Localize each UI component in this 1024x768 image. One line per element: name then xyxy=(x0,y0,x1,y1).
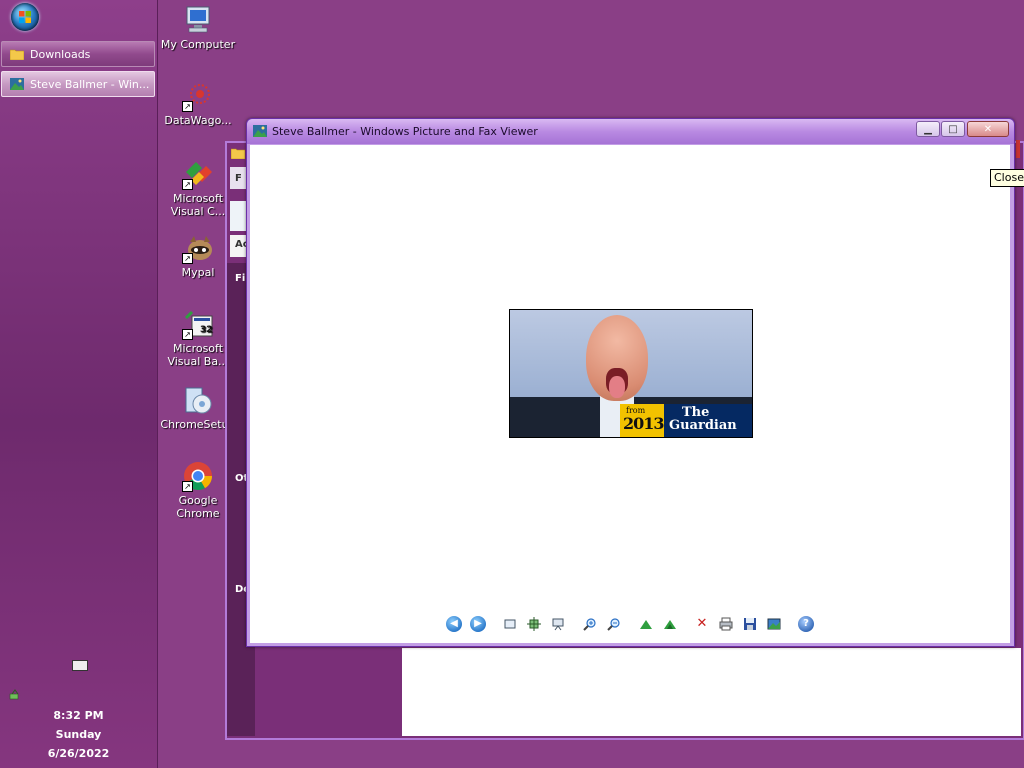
folder-icon xyxy=(231,148,245,159)
slideshow-button[interactable] xyxy=(550,616,566,632)
slideshow-icon xyxy=(552,618,564,631)
taskbar: Downloads Steve Ballmer - Win... 8:32 PM… xyxy=(0,0,158,768)
zoom-in-icon xyxy=(583,618,596,631)
rotate-clockwise-button[interactable] xyxy=(638,616,654,632)
viewer-toolbar: ◀ ▶ ✕ ? xyxy=(250,613,1010,637)
explorer-file-list[interactable] xyxy=(402,648,1021,736)
actual-size-icon xyxy=(527,617,541,631)
displayed-photo: from 2013 The Guardian xyxy=(509,309,753,438)
badge-year-text: 2013 xyxy=(623,414,665,433)
help-icon: ? xyxy=(803,618,809,629)
rotate-counterclockwise-icon xyxy=(664,620,676,629)
keyboard-icon[interactable] xyxy=(72,660,88,671)
shortcut-arrow-icon: ↗ xyxy=(182,179,193,190)
next-image-icon: ▶ xyxy=(474,618,482,629)
chrome-setup-icon xyxy=(185,387,212,414)
viewer-titlebar[interactable]: Steve Ballmer - Windows Picture and Fax … xyxy=(247,119,1014,144)
actual-size-button[interactable] xyxy=(526,616,542,632)
taskbar-button-label: Steve Ballmer - Win... xyxy=(30,77,150,91)
network-icon[interactable] xyxy=(9,689,21,701)
window-title: Steve Ballmer - Windows Picture and Fax … xyxy=(272,125,538,138)
best-fit-button[interactable] xyxy=(502,616,518,632)
shortcut-arrow-icon: ↗ xyxy=(182,329,193,340)
explorer-menu-fragment: F xyxy=(235,173,242,184)
next-image-button[interactable]: ▶ xyxy=(470,616,486,632)
shortcut-arrow-icon: ↗ xyxy=(182,481,193,492)
close-button[interactable]: ✕ xyxy=(967,121,1009,137)
clock-day[interactable]: Sunday xyxy=(0,728,157,741)
zoom-out-icon xyxy=(607,618,620,631)
rotate-clockwise-icon xyxy=(640,620,652,629)
edit-icon xyxy=(767,618,781,630)
zoom-out-button[interactable] xyxy=(606,616,622,632)
previous-image-button[interactable]: ◀ xyxy=(446,616,462,632)
taskbar-button-label: Downloads xyxy=(30,47,91,61)
rotate-counterclockwise-button[interactable] xyxy=(662,616,678,632)
desktop-icon-datawagon[interactable]: ↗ DataWago... xyxy=(160,80,236,127)
delete-button[interactable]: ✕ xyxy=(694,616,710,632)
windows-logo-icon xyxy=(19,11,31,23)
picture-viewer-icon xyxy=(10,78,24,90)
picture-viewer-window[interactable]: Steve Ballmer - Windows Picture and Fax … xyxy=(246,118,1015,647)
save-icon xyxy=(744,618,756,630)
photo-badge-brand: The Guardian xyxy=(664,404,752,437)
zoom-in-button[interactable] xyxy=(582,616,598,632)
save-button[interactable] xyxy=(742,616,758,632)
explorer-close-edge xyxy=(1016,140,1020,158)
maximize-icon: □ xyxy=(948,123,958,135)
delete-icon: ✕ xyxy=(696,616,708,631)
folder-icon xyxy=(10,49,24,60)
start-button[interactable] xyxy=(11,3,39,31)
edit-button[interactable] xyxy=(766,616,782,632)
minimize-button[interactable]: ▁ xyxy=(916,121,940,137)
viewer-canvas[interactable]: from 2013 The Guardian ◀ ▶ ✕ ? xyxy=(250,145,1010,643)
minimize-icon: ▁ xyxy=(924,123,932,135)
shortcut-arrow-icon: ↗ xyxy=(182,101,193,112)
close-tooltip: Close xyxy=(990,169,1024,187)
best-fit-icon xyxy=(504,619,516,629)
clock-date[interactable]: 6/26/2022 xyxy=(0,747,157,760)
maximize-button[interactable]: □ xyxy=(941,121,965,137)
picture-viewer-icon xyxy=(253,125,267,137)
svg-text:32: 32 xyxy=(200,325,213,335)
computer-icon xyxy=(186,6,210,33)
print-button[interactable] xyxy=(718,616,734,632)
desktop-icon-my-computer[interactable]: My Computer xyxy=(160,4,236,51)
help-button[interactable]: ? xyxy=(798,616,814,632)
shortcut-arrow-icon: ↗ xyxy=(182,253,193,264)
clock-time[interactable]: 8:32 PM xyxy=(0,709,157,722)
taskbar-button-picture-viewer[interactable]: Steve Ballmer - Win... xyxy=(1,71,155,97)
taskbar-button-downloads[interactable]: Downloads xyxy=(1,41,155,67)
previous-image-icon: ◀ xyxy=(450,618,458,629)
desktop-icon-label: My Computer xyxy=(160,38,236,51)
brand-line-2: Guardian xyxy=(669,418,737,433)
print-icon xyxy=(719,617,733,631)
desktop-icon-label: DataWago... xyxy=(164,114,232,127)
photo-badge-year: from 2013 xyxy=(620,404,665,437)
close-icon: ✕ xyxy=(983,123,993,135)
